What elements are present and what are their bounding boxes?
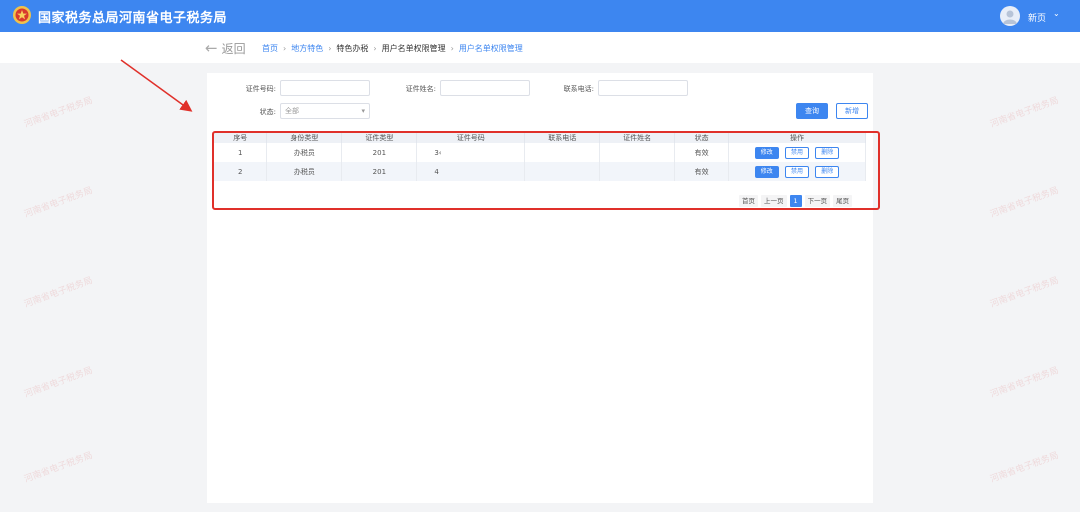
- phone-label: 联系电话:: [563, 85, 594, 93]
- id-name-input[interactable]: [440, 80, 530, 96]
- user-table: 序号 身份类型 证件类型 证件号码 联系电话 证件姓名 状态 操作 1 办税员 …: [214, 132, 866, 181]
- avatar[interactable]: [1000, 6, 1020, 26]
- disable-button[interactable]: 禁用: [785, 146, 810, 159]
- app-title: 国家税务总局河南省电子税务局: [38, 11, 228, 26]
- phone-input[interactable]: [598, 80, 688, 96]
- col-header-identity-type: 身份类型: [266, 132, 343, 143]
- back-label: 返回: [221, 41, 246, 56]
- chevron-right-icon: ›: [328, 44, 332, 53]
- watermark-text: 河南省电子税务局: [988, 185, 1061, 220]
- cell-id-type: 201: [341, 143, 418, 162]
- cell-phone: [524, 162, 601, 181]
- add-button[interactable]: 新增: [836, 103, 868, 119]
- disable-button[interactable]: 禁用: [785, 165, 810, 178]
- table-row: 2 办税员 201 4 有效 修改 禁用 删除: [214, 162, 866, 181]
- next-page-button[interactable]: 下一页: [804, 195, 831, 207]
- breadcrumb-item-current: 用户名单权限管理: [458, 44, 523, 53]
- status-select[interactable]: 全部 ▾: [280, 103, 370, 119]
- cell-actions: 修改 禁用 删除: [728, 162, 866, 181]
- col-header-actions: 操作: [728, 132, 866, 143]
- cell-id-number: 3‹: [416, 143, 526, 162]
- cell-name: [599, 162, 676, 181]
- edit-button[interactable]: 修改: [754, 146, 779, 159]
- delete-button[interactable]: 删除: [815, 165, 840, 178]
- cell-phone: [524, 143, 601, 162]
- breadcrumb: 首页 › 地方特色 › 特色办税 › 用户名单权限管理 › 用户名单权限管理: [262, 43, 523, 54]
- edit-button[interactable]: 修改: [754, 165, 779, 178]
- cell-name: [599, 143, 676, 162]
- col-header-phone: 联系电话: [524, 132, 601, 143]
- cell-id-number: 4: [416, 162, 526, 181]
- user-name[interactable]: 新页: [1028, 11, 1046, 24]
- breadcrumb-item-special[interactable]: 特色办税: [336, 43, 368, 54]
- first-page-button[interactable]: 首页: [739, 195, 758, 207]
- breadcrumb-item-local[interactable]: 地方特色: [291, 43, 323, 54]
- watermark-text: 河南省电子税务局: [22, 275, 95, 310]
- cell-status: 有效: [674, 162, 730, 181]
- chevron-right-icon: ›: [450, 44, 454, 53]
- status-label: 状态:: [259, 108, 276, 116]
- watermark-text: 河南省电子税务局: [22, 365, 95, 400]
- table-row: 1 办税员 201 3‹ 有效 修改 禁用 删除: [214, 143, 866, 162]
- arrow-left-icon: ←: [205, 39, 218, 57]
- delete-button[interactable]: 删除: [815, 146, 840, 159]
- chevron-right-icon: ›: [373, 44, 377, 53]
- tax-emblem-icon: [13, 6, 31, 24]
- breadcrumb-bar: ← 返回 首页 › 地方特色 › 特色办税 › 用户名单权限管理 › 用户名单权…: [0, 32, 1080, 63]
- col-header-id-type: 证件类型: [341, 132, 418, 143]
- watermark-text: 河南省电子税务局: [988, 275, 1061, 310]
- prev-page-button[interactable]: 上一页: [761, 195, 787, 207]
- cell-index: 2: [214, 162, 268, 181]
- current-page-button[interactable]: 1: [789, 195, 802, 207]
- cell-id-type: 201: [341, 162, 418, 181]
- cell-status: 有效: [674, 143, 730, 162]
- col-header-index: 序号: [214, 132, 268, 143]
- watermark-text: 河南省电子税务局: [22, 185, 95, 220]
- top-bar: 国家税务总局河南省电子税务局 新页 ⌄: [0, 0, 1080, 32]
- id-number-input[interactable]: [280, 80, 370, 96]
- chevron-right-icon: ›: [283, 44, 287, 53]
- pagination: 首页 上一页 1 下一页 尾页: [739, 195, 853, 207]
- back-button[interactable]: ← 返回: [205, 39, 246, 57]
- watermark-text: 河南省电子税务局: [22, 450, 95, 485]
- col-header-status: 状态: [674, 132, 730, 143]
- cell-identity-type: 办税员: [266, 162, 343, 181]
- id-name-label: 证件姓名:: [405, 85, 436, 93]
- watermark-text: 河南省电子税务局: [988, 95, 1061, 130]
- status-select-value: 全部: [285, 107, 299, 115]
- query-button[interactable]: 查询: [796, 103, 828, 119]
- last-page-button[interactable]: 尾页: [833, 195, 853, 207]
- id-number-label: 证件号码:: [245, 85, 276, 93]
- watermark-text: 河南省电子税务局: [988, 365, 1061, 400]
- chevron-down-icon: ▾: [361, 107, 365, 115]
- col-header-name: 证件姓名: [599, 132, 676, 143]
- cell-index: 1: [214, 143, 268, 162]
- breadcrumb-item-home[interactable]: 首页: [262, 43, 278, 54]
- user-icon: [1003, 10, 1017, 24]
- watermark-text: 河南省电子税务局: [988, 450, 1061, 485]
- watermark-text: 河南省电子税务局: [22, 95, 95, 130]
- chevron-down-icon[interactable]: ⌄: [1053, 9, 1060, 18]
- cell-actions: 修改 禁用 删除: [728, 143, 866, 162]
- breadcrumb-item-permission[interactable]: 用户名单权限管理: [382, 43, 446, 54]
- col-header-id-number: 证件号码: [416, 132, 526, 143]
- table-header: 序号 身份类型 证件类型 证件号码 联系电话 证件姓名 状态 操作: [214, 132, 866, 143]
- cell-identity-type: 办税员: [266, 143, 343, 162]
